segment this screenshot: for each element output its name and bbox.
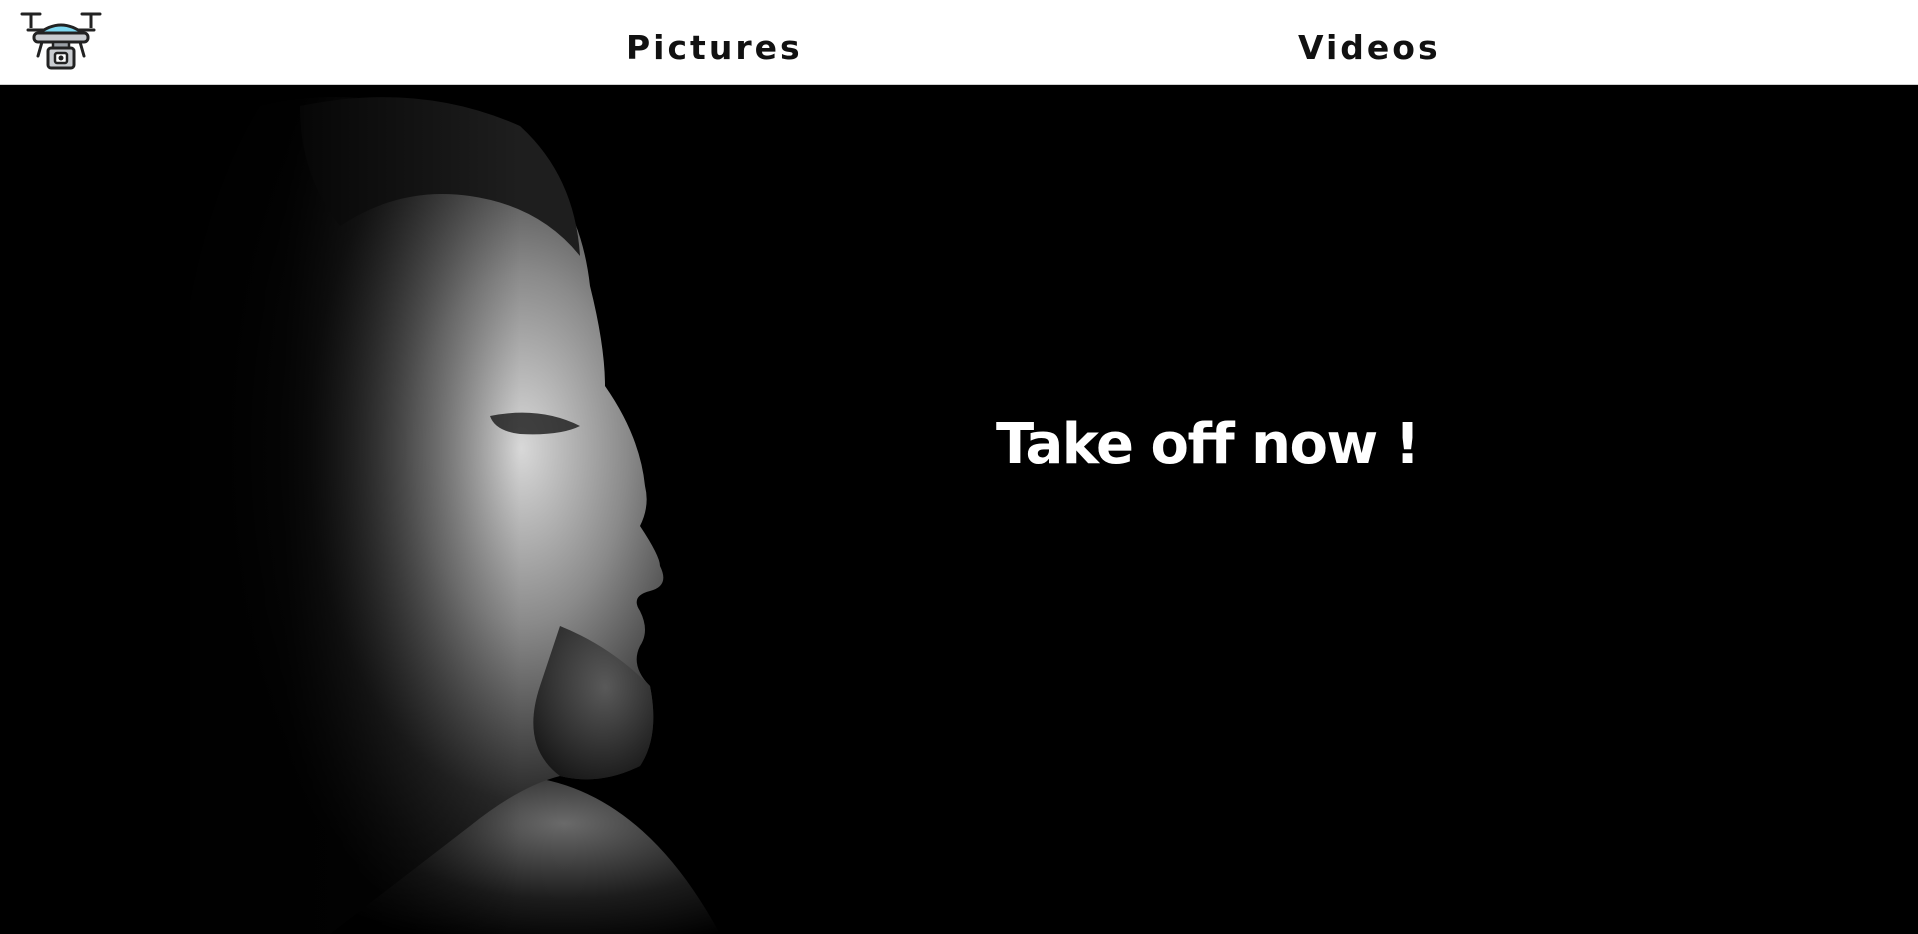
hero-background-photo xyxy=(0,86,1918,934)
top-navbar: Pictures Videos xyxy=(0,0,1918,85)
nav-link-videos[interactable]: Videos xyxy=(1298,28,1441,68)
nav-link-pictures[interactable]: Pictures xyxy=(626,28,803,68)
hero-section: Take off now ! xyxy=(0,86,1918,934)
drone-logo-icon[interactable] xyxy=(20,6,102,72)
hero-title: Take off now ! xyxy=(996,412,1420,477)
